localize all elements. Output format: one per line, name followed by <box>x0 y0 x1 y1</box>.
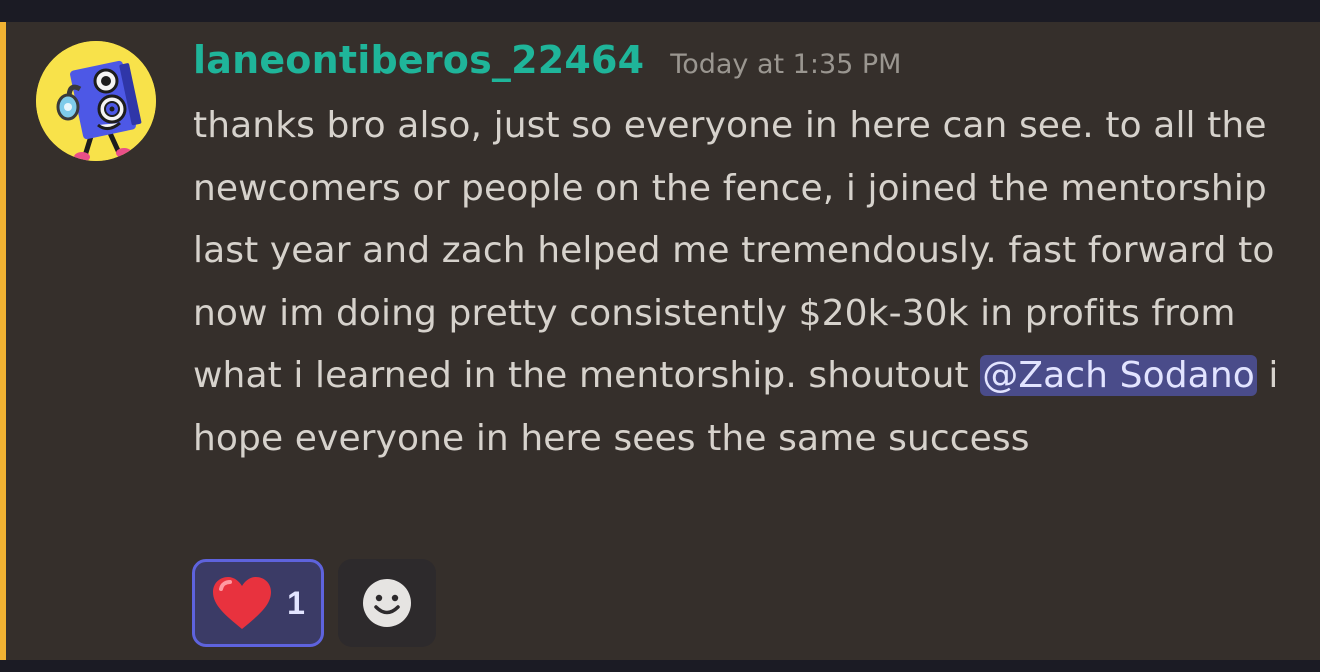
reactions-bar: 1 <box>192 559 436 647</box>
mention-highlight-stripe <box>0 22 6 660</box>
bottom-divider <box>0 660 1320 672</box>
user-mention[interactable]: @Zach Sodano <box>980 355 1257 396</box>
message-header: laneontiberos_22464 Today at 1:35 PM <box>193 38 901 90</box>
heart-emoji-icon <box>213 577 272 629</box>
message-timestamp[interactable]: Today at 1:35 PM <box>670 49 901 80</box>
top-divider <box>0 0 1320 22</box>
chat-message[interactable]: laneontiberos_22464 Today at 1:35 PM tha… <box>0 22 1320 660</box>
speaker-avatar-icon <box>36 41 156 161</box>
reaction-count: 1 <box>287 584 305 621</box>
avatar[interactable] <box>36 41 156 161</box>
smiley-icon <box>363 579 411 627</box>
reaction-heart[interactable]: 1 <box>192 559 324 647</box>
author-username[interactable]: laneontiberos_22464 <box>193 38 644 82</box>
message-content: thanks bro also, just so everyone in her… <box>193 95 1303 470</box>
add-reaction-button[interactable] <box>338 559 436 647</box>
message-text-before: thanks bro also, just so everyone in her… <box>193 105 1275 396</box>
